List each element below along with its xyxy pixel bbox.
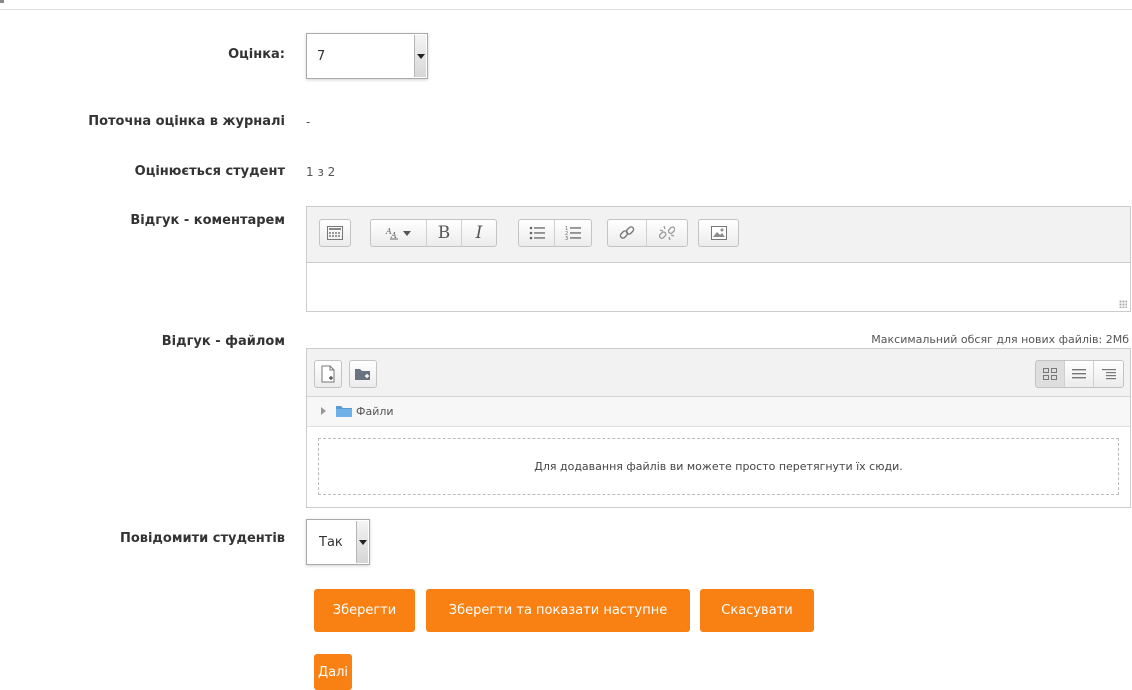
max-file-size-note: Максимальний обсяг для нових файлів: 2Мб [871, 333, 1129, 346]
expand-arrow-icon[interactable] [321, 407, 326, 415]
current-grade-value: - [306, 115, 311, 129]
notify-students-value: Так [319, 535, 343, 550]
unlink-icon [659, 225, 675, 241]
ordered-list-icon: 123 [565, 226, 581, 241]
current-grade-label: Поточна оцінка в журналі [88, 114, 285, 129]
notify-students-select[interactable]: Так [306, 519, 370, 565]
editor-toolbar: AA B I 123 [307, 207, 1130, 263]
view-list-button[interactable] [1065, 361, 1094, 387]
chevron-down-icon [414, 35, 426, 77]
create-folder-button[interactable] [349, 360, 377, 388]
unordered-list-icon [529, 226, 545, 240]
file-manager: Файли Для додавання файлів ви можете про… [306, 348, 1131, 508]
toolbar-group-toggle [319, 219, 351, 247]
link-button[interactable] [608, 220, 647, 246]
grid-view-icon [1043, 368, 1057, 380]
toggle-toolbar-button[interactable] [320, 220, 350, 246]
feedback-comment-editor: AA B I 123 [306, 206, 1131, 312]
add-file-button[interactable] [314, 360, 342, 388]
unordered-list-button[interactable] [519, 220, 555, 246]
toolbar-group-media [698, 219, 739, 247]
tree-view-icon [1101, 369, 1116, 380]
feedback-file-label: Відгук - файлом [161, 334, 285, 349]
grading-student-label: Оцінюється студент [134, 164, 285, 179]
font-style-icon: AA [385, 227, 411, 240]
list-view-icon [1072, 369, 1086, 379]
file-path-bar: Файли [307, 397, 1130, 427]
view-mode-group [1035, 360, 1124, 388]
grade-select-value: 7 [317, 49, 326, 64]
bold-button[interactable]: B [427, 220, 462, 246]
toolbar-group-style: AA B I [370, 219, 497, 247]
image-icon [710, 226, 727, 240]
resize-handle-icon[interactable] [1119, 300, 1127, 308]
link-icon [619, 226, 635, 239]
folder-icon [336, 406, 352, 417]
create-folder-icon [355, 369, 370, 380]
cancel-button[interactable]: Скасувати [700, 589, 814, 632]
grade-select[interactable]: 7 [306, 33, 428, 79]
ordered-list-button[interactable]: 123 [555, 220, 591, 246]
grading-student-value: 1 з 2 [306, 165, 336, 179]
view-tree-button[interactable] [1094, 361, 1123, 387]
feedback-comment-textarea[interactable] [307, 263, 1130, 311]
insert-image-button[interactable] [699, 220, 738, 246]
add-file-icon [321, 365, 335, 383]
toolbar-group-lists: 123 [518, 219, 592, 247]
file-manager-toolbar [307, 349, 1130, 397]
bold-icon: B [437, 223, 451, 243]
file-dropzone[interactable]: Для додавання файлів ви можете просто пе… [318, 438, 1119, 495]
italic-icon: I [475, 223, 483, 243]
divider [0, 9, 1132, 10]
chevron-down-icon [356, 521, 368, 563]
notify-students-label: Повідомити студентів [119, 531, 285, 546]
svg-text:3: 3 [565, 236, 568, 241]
grade-label: Оцінка: [228, 47, 285, 62]
save-button[interactable]: Зберегти [314, 589, 415, 632]
feedback-comment-label: Відгук - коментарем [130, 213, 285, 228]
folder-name[interactable]: Файли [356, 405, 394, 418]
italic-button[interactable]: I [462, 220, 496, 246]
view-icons-button[interactable] [1036, 361, 1065, 387]
next-button[interactable]: Далі [314, 654, 352, 690]
font-style-button[interactable]: AA [371, 220, 427, 246]
toggle-toolbar-icon [327, 226, 343, 240]
unlink-button[interactable] [647, 220, 687, 246]
top-edge-mark [0, 0, 4, 3]
dropzone-text: Для додавання файлів ви можете просто пе… [534, 460, 903, 473]
toolbar-group-links [607, 219, 688, 247]
save-and-next-button[interactable]: Зберегти та показати наступне [426, 589, 690, 632]
